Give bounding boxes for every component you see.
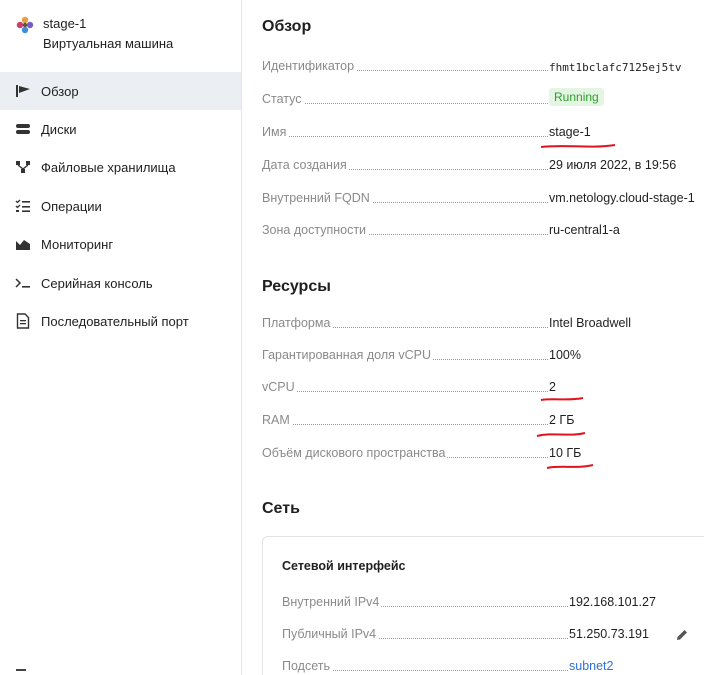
detail-row-created: Дата создания 29 июля 2022, в 19:56 — [262, 158, 704, 176]
detail-row-public-ipv4: Публичный IPv4 51.250.73.191 — [282, 627, 702, 645]
detail-label: Платформа — [262, 316, 333, 330]
sidebar-item-operations[interactable]: Операции — [0, 187, 241, 225]
public-ipv4-value: 51.250.73.191 — [569, 627, 649, 641]
detail-label: Идентификатор — [262, 59, 357, 73]
sidebar-item-file-storages[interactable]: Файловые хранилища — [0, 148, 241, 186]
detail-row-disk-size: Объём дискового пространства 10 ГБ — [262, 446, 704, 464]
detail-label: Имя — [262, 125, 289, 139]
detail-label: vCPU — [262, 380, 297, 394]
sidebar-item-overview[interactable]: Обзор — [0, 72, 241, 110]
compute-logo-icon — [16, 16, 34, 34]
detail-label: Гарантированная доля vCPU — [262, 348, 434, 362]
detail-label: RAM — [262, 413, 292, 427]
vm-type: Виртуальная машина — [43, 36, 174, 51]
detail-row-id: Идентификатор fhmt1bclafc7125ej5tv — [262, 59, 704, 77]
status-badge: Running — [549, 88, 604, 106]
detail-row-internal-ipv4: Внутренний IPv4 192.168.101.27 — [282, 595, 702, 613]
zone-value: ru-central1-a — [549, 223, 620, 237]
fqdn-value: vm.netology.cloud-stage-1 — [549, 191, 695, 205]
operations-icon — [14, 198, 32, 214]
detail-label: Зона доступности — [262, 223, 369, 237]
sidebar-item-label: Мониторинг — [41, 237, 114, 252]
disk-size-value: 10 ГБ — [549, 446, 582, 460]
sidebar-item-label: Обзор — [41, 84, 79, 99]
sidebar-item-monitoring[interactable]: Мониторинг — [0, 225, 241, 263]
sidebar-item-label: Файловые хранилища — [41, 160, 176, 175]
detail-label: Публичный IPv4 — [282, 627, 379, 641]
resources-title: Ресурсы — [262, 278, 331, 295]
detail-label: Дата создания — [262, 158, 349, 172]
vm-name: stage-1 — [43, 16, 87, 31]
network-title: Сеть — [262, 500, 300, 517]
ram-value: 2 ГБ — [549, 413, 575, 427]
edit-pencil-icon[interactable] — [675, 628, 689, 642]
internal-ipv4-value: 192.168.101.27 — [569, 595, 656, 609]
sidebar-item-label: Серийная консоль — [41, 276, 153, 291]
sidebar-item-serial-console[interactable]: Серийная консоль — [0, 264, 241, 302]
detail-row-name: Имя stage-1 — [262, 125, 704, 143]
vm-header: stage-1 Виртуальная машина — [16, 14, 236, 54]
detail-row-zone: Зона доступности ru-central1-a — [262, 223, 704, 241]
detail-row-platform: Платформа Intel Broadwell — [262, 316, 704, 334]
detail-row-subnet: Подсеть subnet2 — [282, 659, 702, 675]
disk-icon — [14, 121, 32, 137]
sidebar-item-disks[interactable]: Диски — [0, 110, 241, 148]
detail-row-vcpu: vCPU 2 — [262, 380, 704, 398]
network-interface-card: Сетевой интерфейс Внутренний IPv4 192.16… — [262, 536, 704, 675]
sidebar-item-label: Последовательный порт — [41, 314, 189, 329]
detail-row-ram: RAM 2 ГБ — [262, 413, 704, 431]
terminal-icon — [14, 275, 32, 291]
platform-value: Intel Broadwell — [549, 316, 631, 330]
monitoring-icon — [14, 236, 32, 252]
vm-id-value: fhmt1bclafc7125ej5tv — [549, 61, 682, 74]
overview-title: Обзор — [262, 18, 312, 35]
card-title: Сетевой интерфейс — [282, 559, 406, 573]
overview-icon — [14, 83, 32, 99]
detail-row-vcpu-share: Гарантированная доля vCPU 100% — [262, 348, 704, 366]
collapse-handle-icon[interactable] — [16, 669, 26, 671]
detail-label: Статус — [262, 92, 304, 106]
sidebar-item-label: Операции — [41, 199, 102, 214]
vcpu-value: 2 — [549, 380, 556, 394]
detail-label: Внутренний FQDN — [262, 191, 372, 205]
vcpu-share-value: 100% — [549, 348, 581, 362]
sidebar-item-serial-port[interactable]: Последовательный порт — [0, 302, 241, 340]
sidebar-item-label: Диски — [41, 122, 77, 137]
detail-row-fqdn: Внутренний FQDN vm.netology.cloud-stage-… — [262, 191, 704, 209]
vm-name-value: stage-1 — [549, 125, 591, 139]
detail-row-status: Статус Running — [262, 88, 704, 110]
detail-label: Подсеть — [282, 659, 332, 673]
detail-label: Внутренний IPv4 — [282, 595, 382, 609]
document-icon — [14, 313, 32, 329]
main-content: Обзор Идентификатор fhmt1bclafc7125ej5tv… — [243, 0, 704, 675]
created-date-value: 29 июля 2022, в 19:56 — [549, 158, 677, 172]
subnet-link[interactable]: subnet2 — [569, 659, 613, 673]
sidebar: stage-1 Виртуальная машина Обзор Диски Ф… — [0, 0, 242, 675]
file-storage-icon — [14, 159, 32, 175]
detail-label: Объём дискового пространства — [262, 446, 448, 460]
